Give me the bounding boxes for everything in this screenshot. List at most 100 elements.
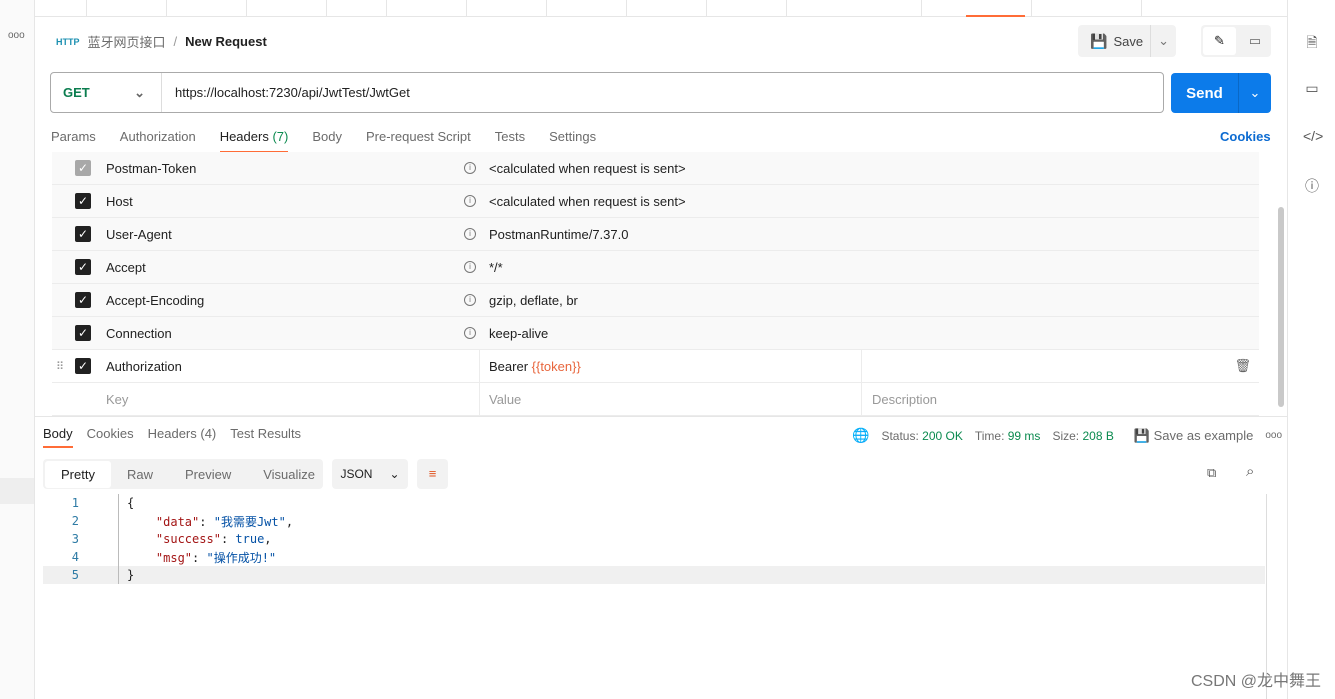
header-value: <calculated when request is sent>	[489, 193, 686, 209]
chevron-down-icon: ⌄	[134, 84, 145, 100]
tab-response-headers[interactable]: Headers (4)	[148, 426, 217, 448]
table-row-authorization: ⠿ ✓ Authorization Bearer {{token}} 🗑	[52, 350, 1259, 383]
document-icon[interactable]: 🗎	[1303, 32, 1321, 50]
key-input[interactable]: Key	[106, 392, 128, 407]
json-value: "操作成功!"	[206, 550, 277, 565]
cookies-link[interactable]: Cookies	[1220, 129, 1271, 144]
wrap-lines-icon[interactable]: ≡	[417, 459, 448, 489]
view-preview[interactable]: Preview	[169, 461, 247, 488]
header-checkbox[interactable]: ✓	[75, 292, 91, 308]
code-line: 4 "msg": "操作成功!"	[43, 548, 1265, 566]
drag-handle-icon[interactable]: ⠿	[56, 360, 64, 373]
tab-settings[interactable]: Settings	[549, 129, 596, 153]
info-icon[interactable]: i	[464, 261, 476, 273]
punct: ,	[264, 532, 272, 546]
sidebar-selected-item[interactable]	[0, 478, 34, 504]
table-row: ✓ Postman-Token i <calculated when request …	[52, 152, 1259, 185]
divider	[35, 416, 1287, 417]
breadcrumb: HTTP 蓝牙网页接口 / New Request	[56, 32, 267, 51]
tab-authorization[interactable]: Authorization	[120, 129, 196, 153]
tab-params[interactable]: Params	[51, 129, 96, 153]
code-icon[interactable]: </>	[1303, 128, 1323, 146]
header-checkbox[interactable]: ✓	[75, 358, 91, 374]
view-raw[interactable]: Raw	[111, 461, 169, 488]
time-value[interactable]: 99 ms	[1008, 429, 1041, 443]
tab-response-cookies[interactable]: Cookies	[87, 426, 134, 448]
more-icon[interactable]: ooo	[8, 30, 25, 41]
token-variable: {{token}}	[531, 358, 581, 374]
json-key: "data"	[155, 514, 200, 529]
line-number: 4	[71, 550, 79, 564]
value-input[interactable]: Value	[489, 392, 521, 407]
view-toggle: ✎ ▭	[1201, 25, 1271, 57]
network-globe-icon[interactable]: 🌐	[852, 427, 869, 444]
divider	[861, 350, 862, 383]
comment-icon[interactable]: ▭	[1303, 80, 1321, 98]
info-icon[interactable]: i	[464, 228, 476, 240]
copy-icon[interactable]: ⧉	[1207, 465, 1216, 481]
divider	[861, 383, 862, 416]
trash-icon[interactable]: 🗑	[1234, 358, 1251, 374]
view-mode-selector: Pretty Raw Preview Visualize	[43, 459, 323, 489]
response-tabs: Body Cookies Headers (4) Test Results	[43, 426, 301, 448]
tab-test-results[interactable]: Test Results	[230, 426, 301, 448]
divider	[479, 383, 480, 416]
search-icon[interactable]: ⌕	[1246, 463, 1254, 480]
header-checkbox[interactable]: ✓	[75, 160, 91, 176]
method-select[interactable]: GET ⌄	[51, 73, 162, 112]
view-visualize[interactable]: Visualize	[247, 461, 331, 488]
table-row-new: Key Value Description	[52, 383, 1259, 416]
header-checkbox[interactable]: ✓	[75, 193, 91, 209]
view-pretty[interactable]: Pretty	[45, 460, 111, 488]
save-as-example-button[interactable]: 💾 Save as example	[1134, 428, 1254, 444]
edit-pencil-icon[interactable]: ✎	[1203, 27, 1236, 55]
size-value[interactable]: 208 B	[1082, 429, 1113, 443]
info-icon[interactable]: i	[464, 294, 476, 306]
tab-pre-request-script[interactable]: Pre-request Script	[366, 129, 471, 153]
right-sidebar: 🗎 ▭ </> ⓘ	[1287, 0, 1335, 699]
save-dropdown-chevron-icon[interactable]: ⌄	[1150, 25, 1176, 57]
status: Status: 200 OK	[881, 429, 962, 443]
bearer-text: Bearer	[489, 358, 532, 374]
response-body-editor[interactable]: 1{ 2 "data": "我需要Jwt", 3 "success": true…	[43, 494, 1265, 584]
code-line: 2 "data": "我需要Jwt",	[43, 512, 1265, 530]
header-key: Host	[106, 193, 133, 209]
more-icon[interactable]: ooo	[1265, 430, 1282, 441]
url-input[interactable]: https://localhost:7230/api/JwtTest/JwtGe…	[162, 85, 410, 100]
save-button[interactable]: Save	[1113, 34, 1143, 49]
comment-icon[interactable]: ▭	[1241, 27, 1269, 55]
left-sidebar: ooo	[0, 0, 35, 699]
header-key[interactable]: Authorization	[106, 359, 182, 374]
header-value: gzip, deflate, br	[489, 292, 578, 308]
tab-tests[interactable]: Tests	[495, 129, 525, 153]
status-value[interactable]: 200 OK	[922, 429, 963, 443]
size-label: Size:	[1052, 428, 1080, 443]
request-tab-strip	[35, 0, 1287, 17]
save-as-example-label: Save as example	[1153, 427, 1254, 443]
tab-response-body[interactable]: Body	[43, 426, 73, 448]
info-icon[interactable]: i	[464, 162, 476, 174]
request-name[interactable]: New Request	[185, 34, 267, 49]
json-key: "success"	[155, 532, 221, 546]
scrollbar[interactable]	[1278, 207, 1284, 407]
json-key: "msg"	[155, 550, 193, 565]
format-select[interactable]: JSON ⌄	[332, 459, 408, 489]
header-value: keep-alive	[489, 325, 549, 341]
send-button[interactable]: Send	[1171, 85, 1238, 102]
info-icon[interactable]: i	[464, 327, 476, 339]
info-icon[interactable]: i	[464, 195, 476, 207]
send-dropdown-chevron-icon[interactable]: ⌄	[1238, 73, 1271, 113]
info-icon[interactable]: ⓘ	[1303, 176, 1321, 194]
collection-name[interactable]: 蓝牙网页接口	[88, 32, 166, 51]
url-bar: GET ⌄ https://localhost:7230/api/JwtTest/…	[50, 72, 1164, 113]
line-number: 2	[71, 514, 79, 528]
tab-headers[interactable]: Headers (7)	[219, 129, 289, 153]
header-value[interactable]: Bearer {{token}}	[489, 359, 581, 374]
chevron-down-icon: ⌄	[389, 467, 400, 481]
header-checkbox[interactable]: ✓	[75, 226, 91, 242]
header-checkbox[interactable]: ✓	[75, 325, 91, 341]
tab-body[interactable]: Body	[312, 129, 342, 153]
punct: ,	[285, 514, 294, 529]
description-input[interactable]: Description	[872, 392, 937, 407]
header-checkbox[interactable]: ✓	[75, 259, 91, 275]
